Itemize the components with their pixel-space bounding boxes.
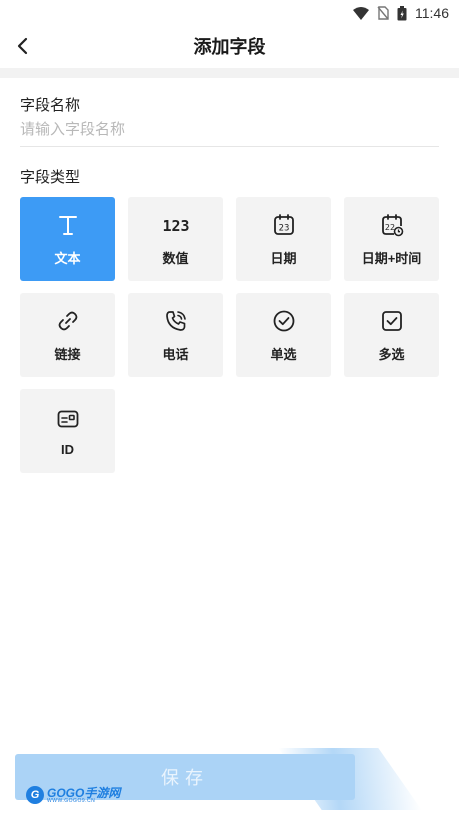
link-icon — [55, 308, 81, 334]
chevron-left-icon — [17, 37, 28, 55]
field-type-text[interactable]: 文本 — [20, 197, 115, 281]
tile-label: 数值 — [162, 250, 189, 266]
field-type-grid: 文本 123 数值 23 日期 22 日期+时间 链接 电话 单选 多选 ID — [20, 197, 439, 473]
wifi-icon — [353, 6, 369, 20]
watermark-text-wrap: GOGO手游网 WWW.GOGO9.CN — [47, 787, 120, 804]
field-type-link[interactable]: 链接 — [20, 293, 115, 377]
back-button[interactable] — [8, 32, 36, 60]
watermark-text: GOGO手游网 — [47, 785, 121, 800]
field-type-single-select[interactable]: 单选 — [236, 293, 331, 377]
battery-icon — [397, 5, 407, 20]
form-content: 字段名称 字段类型 文本 123 数值 23 日期 22 — [0, 94, 459, 473]
field-type-phone[interactable]: 电话 — [128, 293, 223, 377]
svg-text:123: 123 — [163, 217, 189, 235]
id-card-icon — [55, 406, 81, 432]
tile-label: 日期 — [270, 250, 297, 266]
radio-check-icon — [271, 308, 297, 334]
watermark-url: WWW.GOGO9.CN — [47, 797, 96, 804]
status-time: 11:46 — [415, 5, 449, 21]
field-type-number[interactable]: 123 数值 — [128, 197, 223, 281]
svg-text:22: 22 — [384, 223, 394, 232]
page-title: 添加字段 — [193, 37, 266, 57]
svg-text:23: 23 — [278, 223, 289, 233]
gogo-logo-icon: G — [26, 786, 44, 804]
no-sim-icon — [377, 6, 389, 20]
tile-label: 链接 — [54, 346, 81, 362]
tile-label: 文本 — [54, 250, 81, 266]
calendar-icon: 23 — [271, 212, 297, 238]
field-type-id[interactable]: ID — [20, 389, 115, 473]
tile-label: ID — [61, 441, 74, 457]
status-bar: 11:46 — [0, 0, 459, 26]
tile-label: 多选 — [378, 346, 405, 362]
field-type-datetime[interactable]: 22 日期+时间 — [344, 197, 439, 281]
text-icon — [55, 212, 81, 238]
field-type-label: 字段类型 — [20, 169, 81, 186]
number-icon: 123 — [163, 212, 189, 238]
calendar-clock-icon: 22 — [379, 212, 405, 238]
tile-label: 日期+时间 — [361, 250, 422, 266]
tile-label: 电话 — [162, 346, 189, 362]
field-name-label: 字段名称 — [20, 97, 81, 114]
field-type-date[interactable]: 23 日期 — [236, 197, 331, 281]
watermark: G GOGO手游网 WWW.GOGO9.CN — [26, 786, 120, 804]
field-name-input[interactable] — [20, 115, 439, 147]
phone-icon — [163, 308, 189, 334]
field-type-multi-select[interactable]: 多选 — [344, 293, 439, 377]
nav-bar: 添加字段 — [0, 26, 459, 66]
tile-label: 单选 — [270, 346, 297, 362]
section-divider — [0, 68, 459, 78]
checkbox-icon — [379, 308, 405, 334]
